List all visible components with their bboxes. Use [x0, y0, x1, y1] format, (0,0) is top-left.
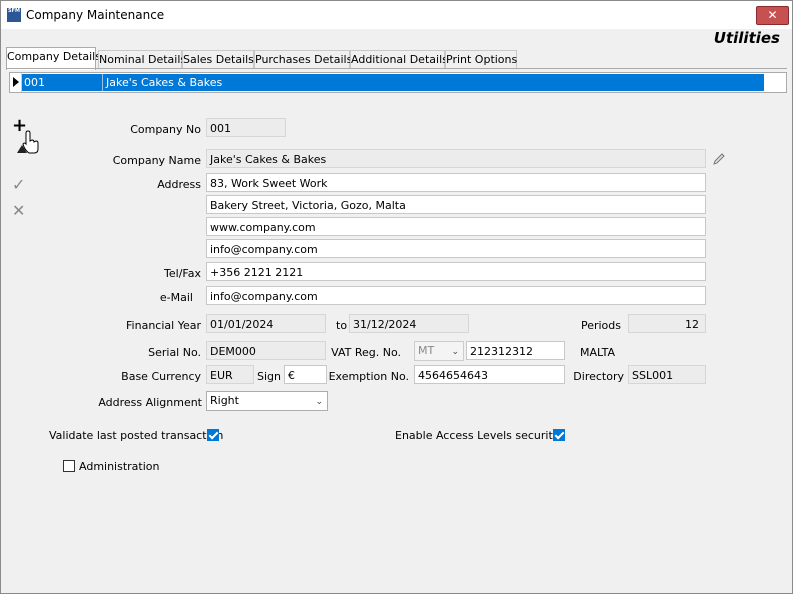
address-line-3[interactable]: www.company.com [206, 217, 706, 236]
company-no-field[interactable]: 001 [206, 118, 286, 137]
cancel-x-icon[interactable]: ✕ [12, 201, 25, 220]
chevron-down-icon: ⌄ [315, 397, 323, 407]
app-icon: SFM [7, 8, 21, 22]
admin-checkbox[interactable] [63, 460, 75, 472]
access-label: Enable Access Levels security [395, 429, 560, 442]
company-name-field[interactable]: Jake's Cakes & Bakes [206, 149, 706, 168]
vat-label: VAT Reg. No. [331, 346, 401, 359]
to-label: to [336, 319, 348, 332]
directory-label: Directory [573, 370, 624, 383]
tab-print-options[interactable]: Print Options [445, 50, 517, 69]
currency-field[interactable]: EUR [206, 365, 254, 384]
financial-year-label: Financial Year [126, 319, 201, 332]
pencil-icon[interactable] [712, 152, 726, 166]
window-title: Company Maintenance [26, 8, 165, 22]
email-field[interactable]: info@company.com [206, 286, 706, 305]
alignment-value: Right [210, 394, 239, 407]
tab-nominal-details[interactable]: Nominal Details [98, 50, 186, 69]
admin-label: Administration [79, 460, 160, 473]
email-label: e-Mail [159, 291, 193, 304]
grid-name-cell: Jake's Cakes & Bakes [106, 76, 223, 89]
directory-field[interactable]: SSL001 [628, 365, 706, 384]
grid-code-cell: 001 [24, 76, 45, 89]
exemption-label: Exemption No. [328, 370, 409, 383]
title-bar: SFM Company Maintenance ✕ [1, 1, 792, 29]
chevron-down-icon: ⌄ [451, 347, 459, 357]
telfax-label: Tel/Fax [164, 267, 201, 280]
periods-field[interactable]: 12 [628, 314, 706, 333]
address-line-1[interactable]: 83, Work Sweet Work [206, 173, 706, 192]
exemption-field[interactable]: 4564654643 [414, 365, 565, 384]
company-grid: 001 Jake's Cakes & Bakes [9, 72, 787, 93]
access-checkbox[interactable] [553, 429, 565, 441]
alignment-select[interactable]: Right ⌄ [206, 391, 328, 411]
address-line-4[interactable]: info@company.com [206, 239, 706, 258]
serial-field[interactable]: DEM000 [206, 341, 326, 360]
alignment-label: Address Alignment [98, 396, 202, 409]
check-icon[interactable]: ✓ [12, 175, 25, 194]
validate-label: Validate last posted transaction [49, 429, 224, 442]
serial-label: Serial No. [148, 346, 201, 359]
row-indicator-icon [10, 73, 22, 92]
hand-cursor-icon [17, 130, 39, 154]
company-name-label: Company Name [112, 154, 201, 167]
tab-additional-details[interactable]: Additional Details [350, 50, 448, 69]
fy-to-field[interactable]: 31/12/2024 [349, 314, 469, 333]
company-maintenance-window: SFM Company Maintenance ✕ Utilities Comp… [0, 0, 793, 594]
periods-label: Periods [580, 319, 621, 332]
grid-separator [102, 74, 103, 91]
vat-country-name: MALTA [580, 346, 616, 359]
utilities-heading: Utilities [713, 29, 780, 47]
tab-purchases-details[interactable]: Purchases Details [254, 50, 352, 69]
telfax-field[interactable]: +356 2121 2121 [206, 262, 706, 281]
sign-label: Sign [257, 370, 281, 383]
close-button[interactable]: ✕ [756, 6, 789, 25]
fy-from-field[interactable]: 01/01/2024 [206, 314, 326, 333]
grid-row-selected[interactable]: 001 Jake's Cakes & Bakes [22, 74, 764, 91]
address-label: Address [157, 178, 201, 191]
company-no-label: Company No [130, 123, 201, 136]
vat-country-select[interactable]: MT ⌄ [414, 341, 464, 361]
tab-divider [6, 68, 787, 69]
vat-no-field[interactable]: 212312312 [466, 341, 565, 360]
address-line-2[interactable]: Bakery Street, Victoria, Gozo, Malta [206, 195, 706, 214]
currency-label: Base Currency [121, 370, 201, 383]
tab-sales-details[interactable]: Sales Details [182, 50, 254, 69]
tab-company-details[interactable]: Company Details [6, 47, 101, 70]
validate-checkbox[interactable] [207, 429, 219, 441]
vat-country-value: MT [418, 344, 435, 357]
